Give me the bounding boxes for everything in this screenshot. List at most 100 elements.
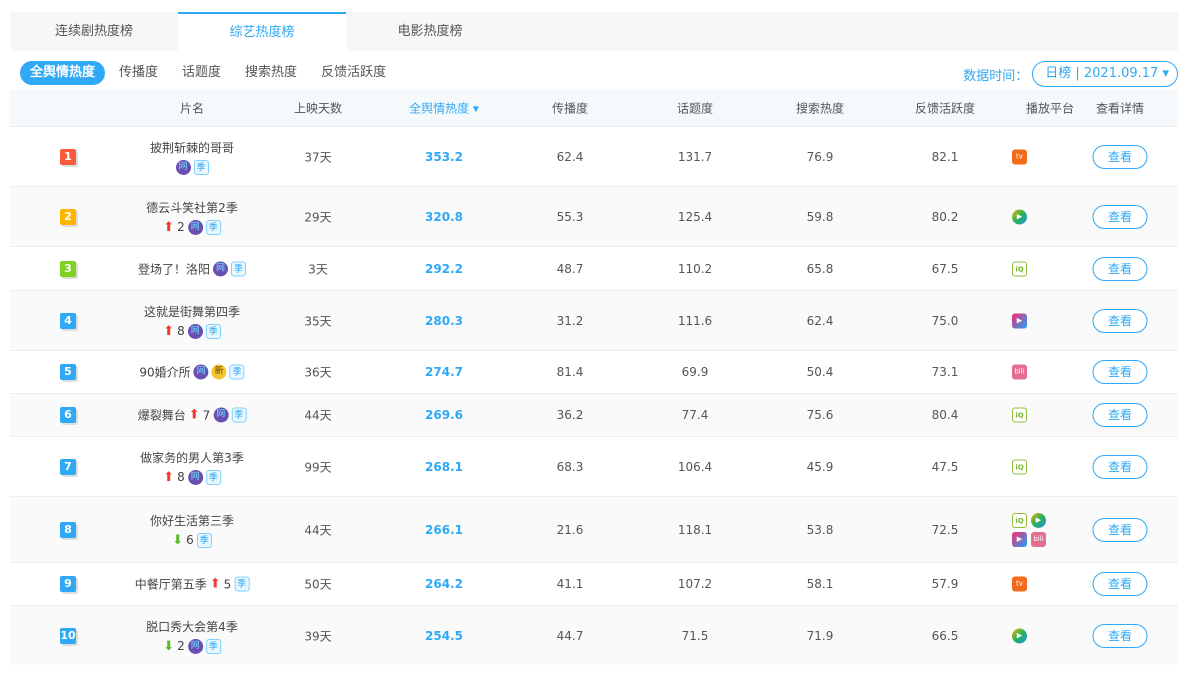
column-header: 片名	[179, 101, 205, 116]
view-details-button[interactable]: 查看	[1092, 454, 1148, 479]
youku-icon[interactable]: ▶	[1012, 531, 1027, 547]
search-cell: 58.1	[806, 577, 834, 591]
tab-series[interactable]: 连续剧热度榜	[10, 12, 178, 51]
show-name[interactable]: 这就是街舞第四季	[144, 303, 240, 320]
show-name[interactable]: 爆裂舞台	[138, 407, 186, 424]
bilibili-icon[interactable]: bili	[1031, 531, 1046, 547]
view-details-button[interactable]: 查看	[1092, 517, 1148, 542]
subtab-spread[interactable]: 传播度	[109, 61, 168, 85]
mango-tv-icon[interactable]: tv	[1012, 576, 1027, 592]
topic-cell: 111.6	[677, 313, 713, 328]
new-badge: 新	[211, 364, 227, 380]
show-name[interactable]: 脱口秀大会第4季	[146, 618, 238, 635]
arrow-up-icon: ⬆	[188, 407, 200, 423]
column-header: 搜索热度	[795, 101, 845, 116]
feedback-cell: 67.5	[931, 261, 959, 276]
show-name[interactable]: 做家务的男人第3季	[140, 449, 244, 466]
platform-cell: ▶	[1012, 313, 1052, 328]
days-cell: 3天	[308, 262, 328, 276]
date-select[interactable]: 日榜 | 2021.09.17 ▾	[1032, 61, 1178, 87]
search-cell: 53.8	[806, 522, 834, 537]
show-title-cell: 披荆斩棘的哥哥网季	[150, 139, 234, 175]
view-details-button[interactable]: 查看	[1092, 308, 1148, 333]
iqiyi-icon[interactable]: iQ	[1012, 261, 1027, 276]
arrow-down-icon: ⬇	[172, 532, 184, 548]
subtab-search[interactable]: 搜索热度	[235, 61, 307, 85]
spread-cell: 81.4	[556, 365, 584, 379]
spread-cell: 41.1	[556, 577, 584, 591]
date-picker-area: 数据时间： 日榜 | 2021.09.17 ▾	[963, 61, 1178, 87]
youku-icon[interactable]: ▶	[1012, 313, 1027, 328]
show-title-cell: 爆裂舞台 ⬆ 7 网季	[138, 407, 247, 424]
platform-cell: iQ ▶ ▶ bili	[1012, 512, 1052, 547]
iqiyi-icon[interactable]: iQ	[1012, 407, 1027, 423]
rank-badge: 7	[60, 458, 76, 475]
feedback-cell: 80.4	[931, 408, 959, 422]
table-row: 3 登场了！洛阳网季 3天 292.2 48.7 110.2 65.8 67.5…	[10, 246, 1178, 290]
feedback-cell: 75.0	[931, 313, 959, 328]
mango-tv-icon[interactable]: tv	[1012, 149, 1027, 164]
season-badge: 季	[234, 576, 250, 592]
table-row: 5 90婚介所网新季 36天 274.7 81.4 69.9 50.4 73.1…	[10, 350, 1178, 393]
rank-change: 8	[177, 470, 185, 484]
tab-movie[interactable]: 电影热度榜	[346, 12, 514, 51]
subtab-topic[interactable]: 话题度	[172, 61, 231, 85]
show-name[interactable]: 90婚介所	[139, 364, 190, 381]
show-name[interactable]: 中餐厅第五季	[135, 576, 207, 593]
column-header[interactable]: 全舆情热度 ▾	[409, 100, 479, 117]
search-cell: 76.9	[806, 149, 834, 164]
spread-cell: 48.7	[556, 261, 584, 276]
column-header: 播放平台	[1025, 101, 1075, 116]
heat-cell: 274.7	[425, 365, 463, 379]
web-badge: 网	[187, 219, 203, 235]
heat-cell: 353.2	[425, 149, 463, 164]
rank-badge: 8	[60, 521, 76, 538]
spread-cell: 68.3	[556, 459, 584, 474]
topic-cell: 110.2	[677, 261, 713, 276]
column-header: 话题度	[676, 101, 714, 116]
tab-variety[interactable]: 综艺热度榜	[178, 12, 346, 51]
web-badge: 网	[213, 261, 229, 276]
rank-change: 5	[223, 577, 232, 591]
table-row: 7 做家务的男人第3季 ⬆ 8 网季 99天 268.1 68.3 106.4 45.…	[10, 436, 1178, 496]
show-name[interactable]: 披荆斩棘的哥哥	[150, 139, 234, 156]
days-cell: 99天	[304, 460, 332, 474]
show-name[interactable]: 登场了！洛阳	[138, 260, 210, 277]
platform-cell: bili	[1012, 364, 1052, 380]
rank-badge: 4	[60, 312, 76, 329]
view-details-button[interactable]: 查看	[1092, 360, 1148, 384]
rank-badge: 6	[60, 407, 76, 423]
view-details-button[interactable]: 查看	[1092, 403, 1148, 427]
view-details-button[interactable]: 查看	[1092, 256, 1148, 281]
view-details-button[interactable]: 查看	[1092, 204, 1148, 229]
search-cell: 75.6	[806, 408, 834, 422]
view-details-button[interactable]: 查看	[1092, 144, 1148, 169]
subtab-overall[interactable]: 全舆情热度	[20, 61, 106, 85]
tencent-video-icon[interactable]: ▶	[1031, 512, 1046, 528]
spread-cell: 31.2	[556, 313, 584, 328]
heat-cell: 292.2	[425, 261, 463, 276]
view-details-button[interactable]: 查看	[1092, 623, 1148, 648]
table-row: 9 中餐厅第五季 ⬆ 5 季 50天 264.2 41.1 107.2 58.1 57…	[10, 562, 1178, 605]
bilibili-icon[interactable]: bili	[1012, 364, 1027, 380]
show-name[interactable]: 你好生活第三季	[150, 512, 234, 529]
heat-cell: 320.8	[425, 209, 463, 224]
season-badge: 季	[205, 638, 221, 654]
show-title-cell: 你好生活第三季 ⬇ 6 季	[150, 512, 234, 548]
view-details-button[interactable]: 查看	[1092, 572, 1148, 596]
rank-change: 7	[202, 408, 211, 422]
feedback-cell: 72.5	[931, 522, 959, 537]
feedback-cell: 73.1	[931, 365, 959, 379]
iqiyi-icon[interactable]: iQ	[1012, 459, 1027, 474]
show-name[interactable]: 德云斗笑社第2季	[146, 199, 238, 216]
tencent-video-icon[interactable]: ▶	[1012, 628, 1027, 643]
topic-cell: 125.4	[677, 209, 713, 224]
tencent-video-icon[interactable]: ▶	[1012, 209, 1027, 224]
show-title-cell: 这就是街舞第四季 ⬆ 8 网季	[144, 303, 240, 339]
iqiyi-icon[interactable]: iQ	[1012, 512, 1027, 528]
web-badge: 网	[187, 323, 203, 339]
show-title-cell: 脱口秀大会第4季 ⬇ 2 网季	[146, 618, 238, 654]
topic-cell: 69.9	[681, 365, 709, 379]
spread-cell: 62.4	[556, 149, 584, 164]
subtab-feedback[interactable]: 反馈活跃度	[311, 61, 396, 85]
